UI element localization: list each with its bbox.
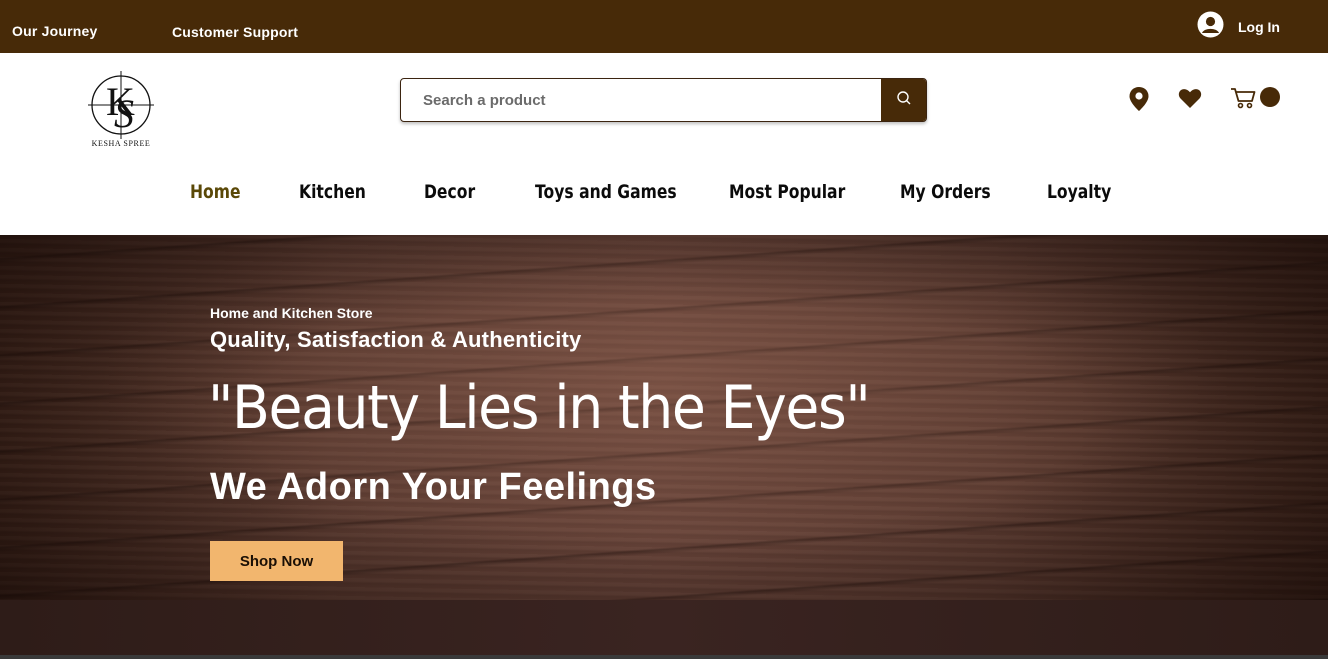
- search-button[interactable]: [881, 79, 926, 121]
- search-input[interactable]: [401, 79, 893, 121]
- nav-item-toys-and-games[interactable]: Toys and Games: [535, 181, 677, 203]
- shop-now-button[interactable]: Shop Now: [210, 541, 343, 581]
- account-icon: [1197, 11, 1224, 43]
- bottom-edge: [0, 655, 1328, 659]
- top-bar: Our Journey Customer Support Log In: [0, 0, 1328, 53]
- brand-name: KESHA SPREE: [91, 139, 151, 148]
- brand-logo[interactable]: K S KESHA SPREE: [84, 67, 158, 149]
- hero-title: "Beauty Lies in the Eyes": [208, 373, 871, 443]
- search-bar: [400, 78, 927, 122]
- hero-banner: Home and Kitchen Store Quality, Satisfac…: [0, 235, 1328, 600]
- login-label: Log In: [1238, 19, 1280, 35]
- heart-icon[interactable]: [1178, 88, 1202, 114]
- nav-item-decor[interactable]: Decor: [424, 181, 475, 203]
- nav-item-most-popular[interactable]: Most Popular: [729, 181, 845, 203]
- nav-item-my-orders[interactable]: My Orders: [900, 181, 991, 203]
- header: K S KESHA SPREE Search a product Home Ki…: [0, 53, 1328, 235]
- our-journey-link[interactable]: Our Journey: [12, 23, 97, 39]
- customer-support-link[interactable]: Customer Support: [172, 24, 298, 40]
- main-nav: Home Kitchen Decor Toys and Games Most P…: [0, 181, 1328, 211]
- hero-kicker: Home and Kitchen Store: [210, 305, 373, 321]
- section-divider: [0, 600, 1328, 659]
- hero-subtitle: Quality, Satisfaction & Authenticity: [210, 327, 582, 352]
- cart-icon[interactable]: [1230, 86, 1282, 115]
- nav-item-loyalty[interactable]: Loyalty: [1047, 181, 1111, 203]
- nav-item-home[interactable]: Home: [190, 181, 241, 203]
- location-icon[interactable]: [1128, 86, 1150, 117]
- search-icon: [896, 90, 912, 111]
- nav-item-kitchen[interactable]: Kitchen: [299, 181, 366, 203]
- login-button[interactable]: Log In: [1197, 11, 1280, 43]
- svg-text:S: S: [114, 91, 134, 136]
- hero-tagline: We Adorn Your Feelings: [210, 466, 657, 508]
